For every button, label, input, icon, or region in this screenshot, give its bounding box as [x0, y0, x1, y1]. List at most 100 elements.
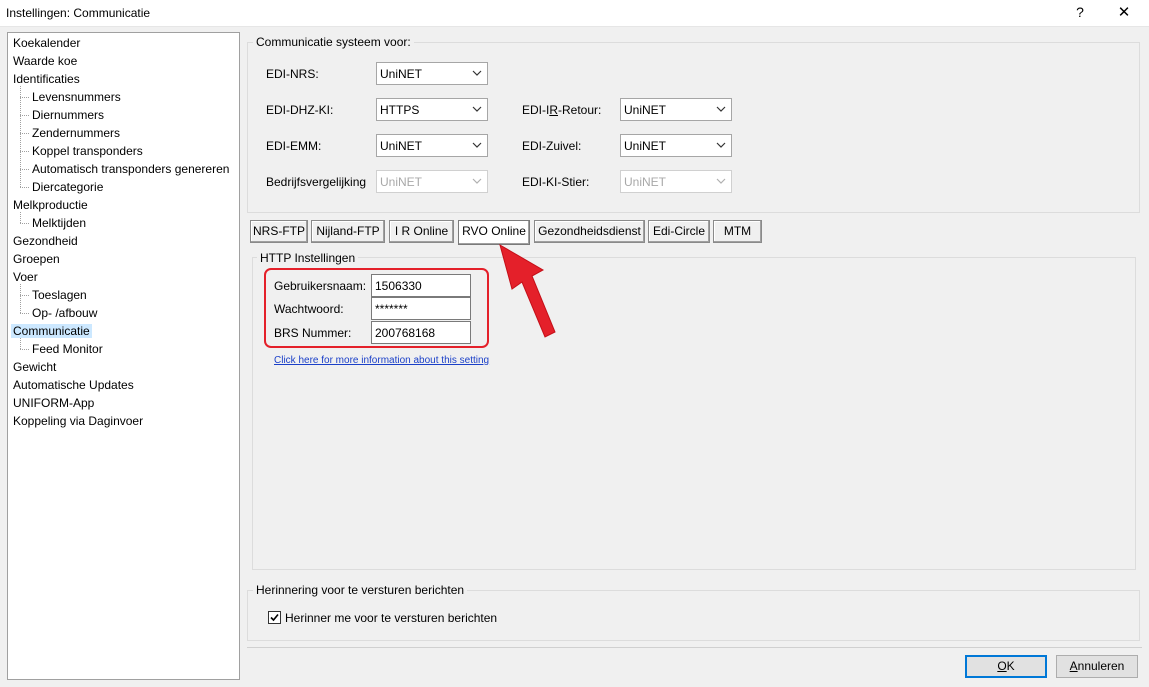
edi-emm-value: UniNET — [380, 139, 423, 153]
bedrijfsvergelijking-label: Bedrijfsvergelijking — [266, 175, 367, 189]
tree-connector — [20, 151, 29, 152]
sidebar-item[interactable]: Voer — [11, 268, 40, 286]
bedrijfsvergelijking-value: UniNET — [380, 175, 423, 189]
sidebar-item[interactable]: Koppeling via Daginvoer — [11, 412, 145, 430]
tree-connector — [20, 133, 29, 134]
edi-emm-select[interactable]: UniNET — [376, 134, 488, 157]
sidebar-item[interactable]: Koppel transponders — [30, 142, 145, 160]
settings-tree[interactable]: Koekalender Waarde koe Identificaties Leven… — [7, 32, 240, 680]
sidebar-item[interactable]: Waarde koe — [11, 52, 79, 70]
sidebar-item[interactable]: Gezondheid — [11, 232, 80, 250]
tree-connector — [20, 295, 29, 296]
sidebar-item[interactable]: Diernummers — [30, 106, 106, 124]
sidebar-item[interactable]: Levensnummers — [30, 88, 123, 106]
sidebar-item[interactable]: Gewicht — [11, 358, 58, 376]
sidebar-item-label: Diercategorie — [32, 180, 104, 194]
sidebar-item-label: Automatische Updates — [13, 378, 134, 392]
sidebar-item-label: Voer — [13, 270, 38, 284]
edi-zuivel-label: EDI-Zuivel: — [522, 139, 582, 153]
sidebar-item-label: Gezondheid — [13, 234, 78, 248]
sidebar-item-label: Koekalender — [13, 36, 81, 50]
sidebar-item-label: Groepen — [13, 252, 60, 266]
edi-ir-retour-label: EDI-IR-Retour: — [522, 103, 602, 117]
sidebar-item-label: Zendernummers — [32, 126, 121, 140]
sidebar-item[interactable]: Communicatie — [11, 322, 92, 340]
sidebar-item[interactable]: UNIFORM-App — [11, 394, 96, 412]
tab-nrs-ftp[interactable]: NRS-FTP — [250, 220, 308, 243]
chevron-down-icon — [472, 176, 482, 186]
sidebar-item-label: Toeslagen — [32, 288, 87, 302]
tree-connector — [20, 187, 29, 188]
tab-nijland-ftp[interactable]: Nijland-FTP — [311, 220, 385, 243]
bedrijfsvergelijking-select: UniNET — [376, 170, 488, 193]
sidebar-item-label: Communicatie — [11, 324, 92, 338]
sidebar-item-label: Feed Monitor — [32, 342, 103, 356]
ok-button[interactable]: OK — [965, 655, 1047, 678]
tree-connector — [20, 86, 21, 187]
edi-zuivel-value: UniNET — [624, 139, 667, 153]
chevron-down-icon — [716, 176, 726, 186]
edi-dhz-ki-label: EDI-DHZ-KI: — [266, 103, 334, 117]
sidebar-item-label: Melktijden — [32, 216, 87, 230]
edi-dhz-ki-value: HTTPS — [380, 103, 420, 117]
edi-nrs-select[interactable]: UniNET — [376, 62, 488, 85]
checkmark-icon — [270, 613, 279, 622]
cancel-button[interactable]: Annuleren — [1056, 655, 1138, 678]
chevron-down-icon — [472, 104, 482, 114]
tab-edi-circle[interactable]: Edi-Circle — [648, 220, 710, 243]
close-button[interactable]: ✕ — [1113, 3, 1135, 21]
comm-system-group-title: Communicatie systeem voor: — [253, 35, 414, 49]
edi-ki-stier-select: UniNET — [620, 170, 732, 193]
sidebar-item-label: Waarde koe — [13, 54, 78, 68]
sidebar-item-label: Diernummers — [32, 108, 105, 122]
sidebar-item[interactable]: Melktijden — [30, 214, 88, 232]
sidebar-item[interactable]: Koekalender — [11, 34, 82, 52]
help-button[interactable]: ? — [1070, 4, 1090, 20]
sidebar-item[interactable]: Automatische Updates — [11, 376, 136, 394]
edi-ir-retour-value: UniNET — [624, 103, 667, 117]
tab-ir-online[interactable]: I R Online — [389, 220, 454, 243]
edi-ki-stier-label: EDI-KI-Stier: — [522, 175, 590, 189]
sidebar-item[interactable]: Toeslagen — [30, 286, 89, 304]
edi-zuivel-select[interactable]: UniNET — [620, 134, 732, 157]
chevron-down-icon — [472, 140, 482, 150]
tree-connector — [20, 212, 21, 223]
tree-connector — [20, 284, 21, 313]
edi-ir-retour-select[interactable]: UniNET — [620, 98, 732, 121]
reminder-checkbox[interactable] — [268, 611, 281, 624]
chevron-down-icon — [472, 68, 482, 78]
sidebar-item[interactable]: Diercategorie — [30, 178, 105, 196]
tree-connector — [20, 169, 29, 170]
chevron-down-icon — [716, 140, 726, 150]
chevron-down-icon — [716, 104, 726, 114]
http-settings-title: HTTP Instellingen — [257, 251, 359, 265]
sidebar-item-label: Levensnummers — [32, 90, 121, 104]
info-link[interactable]: Click here for more information about th… — [274, 355, 489, 366]
sidebar-item-label: Op- /afbouw — [32, 306, 98, 320]
sidebar-item[interactable]: Automatisch transponders genereren — [30, 160, 231, 178]
sidebar-item[interactable]: Melkproductie — [11, 196, 90, 214]
sidebar-item[interactable]: Identificaties — [11, 70, 82, 88]
sidebar-item[interactable]: Zendernummers — [30, 124, 122, 142]
tree-connector — [20, 97, 29, 98]
edi-dhz-ki-select[interactable]: HTTPS — [376, 98, 488, 121]
tab-mtm[interactable]: MTM — [713, 220, 762, 243]
tree-connector — [20, 338, 21, 349]
annotation-arrow-icon — [499, 243, 556, 338]
edi-nrs-value: UniNET — [380, 67, 423, 81]
reminder-checkbox-label: Herinner me voor te versturen berichten — [285, 611, 498, 625]
sidebar-item-label: UNIFORM-App — [13, 396, 95, 410]
sidebar-item-label: Koppel transponders — [32, 144, 143, 158]
sidebar-item[interactable]: Op- /afbouw — [30, 304, 99, 322]
edi-emm-label: EDI-EMM: — [266, 139, 322, 153]
sidebar-item-label: Koppeling via Daginvoer — [13, 414, 144, 428]
sidebar-item-label: Gewicht — [13, 360, 57, 374]
sidebar-item[interactable]: Feed Monitor — [30, 340, 105, 358]
reminder-group-title: Herinnering voor te versturen berichten — [253, 583, 468, 597]
window-title: Instellingen: Communicatie — [6, 6, 151, 20]
sidebar-item[interactable]: Groepen — [11, 250, 62, 268]
tree-connector — [20, 223, 29, 224]
edi-nrs-label: EDI-NRS: — [266, 67, 319, 81]
sidebar-item-label: Identificaties — [13, 72, 80, 86]
tree-connector — [20, 349, 29, 350]
